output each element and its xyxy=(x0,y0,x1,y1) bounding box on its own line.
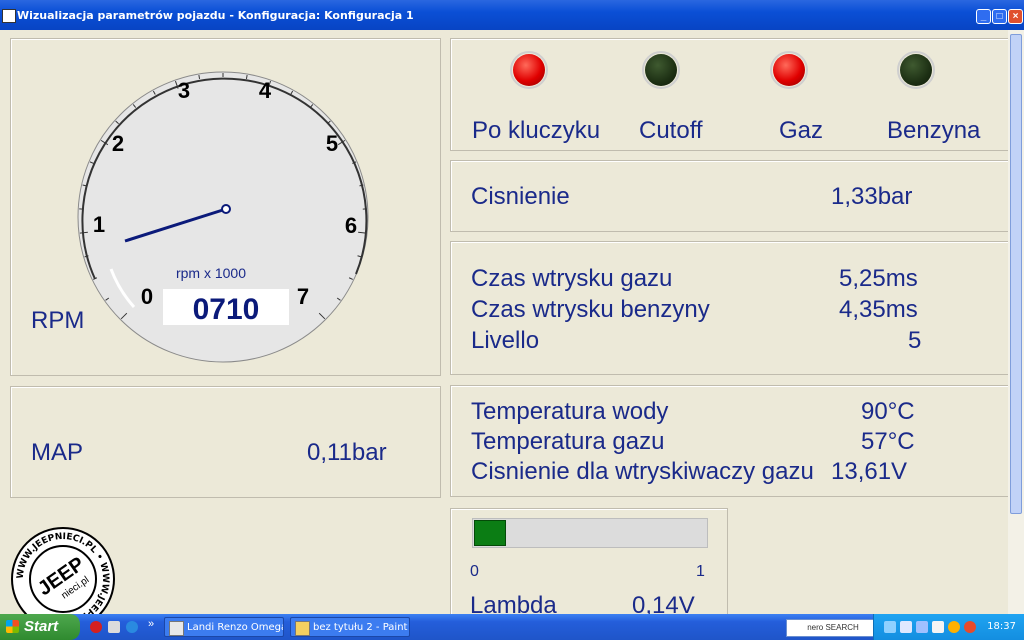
nero-search-box[interactable]: nero SEARCH xyxy=(786,619,880,637)
led-cutoff-icon xyxy=(642,51,680,89)
indicators-panel: Po kluczyku Cutoff Gaz Benzyna xyxy=(450,38,1012,151)
taskbar: Start » Landi Renzo Omegas bez tytułu 2 … xyxy=(0,614,1024,640)
dial-number-6: 6 xyxy=(345,213,357,238)
lambda-bar-track xyxy=(472,518,708,548)
pressure-panel: Cisnienie 1,33bar xyxy=(450,160,1012,232)
livello-label: Livello xyxy=(471,327,540,354)
dashboard-client-area: 0 1 2 3 4 5 6 7 rpm x 1000 0710 RPM MAP 0,11bar… xyxy=(0,30,1024,614)
injection-gas-value: 5,25ms xyxy=(839,265,918,292)
water-temp-value: 90°C xyxy=(861,398,915,425)
opera-icon[interactable] xyxy=(90,621,102,633)
system-tray: 18:37 xyxy=(873,614,1024,640)
vertical-scrollbar[interactable] xyxy=(1008,30,1024,614)
paint-icon xyxy=(295,621,310,636)
title-bar: Wizualizacja parametrów pojazdu - Konfig… xyxy=(0,0,1024,30)
lambda-label: Lambda xyxy=(470,592,557,614)
start-button[interactable]: Start xyxy=(0,614,80,640)
jeepnieci-logo: WWW.JEEPNIECI.PL • WWW.JEEPNIECI.PL JEEP… xyxy=(11,527,115,614)
close-button[interactable]: × xyxy=(1008,9,1023,24)
clock: 18:37 xyxy=(987,621,1016,632)
windows-logo-icon xyxy=(6,620,19,633)
dial-number-4: 4 xyxy=(259,78,272,103)
injector-pressure-value: 13,61V xyxy=(831,458,908,485)
dial-number-7: 7 xyxy=(297,284,309,309)
injection-gas-label: Czas wtrysku gazu xyxy=(471,265,673,292)
tray-shield-icon[interactable] xyxy=(964,621,976,633)
pressure-value: 1,33bar xyxy=(831,183,913,210)
temperatures-panel: Temperatura wody 90°C Temperatura gazu 5… xyxy=(450,385,1012,497)
dial-number-3: 3 xyxy=(178,78,190,103)
tray-volume-icon[interactable] xyxy=(932,621,944,633)
maximize-button[interactable]: □ xyxy=(992,9,1007,24)
tray-alert-icon[interactable] xyxy=(948,621,960,633)
task-label: Landi Renzo Omegas xyxy=(187,622,284,633)
task-landi-renzo[interactable]: Landi Renzo Omegas xyxy=(164,617,284,637)
injection-panel: Czas wtrysku gazu 5,25ms Czas wtrysku be… xyxy=(450,241,1012,375)
indicator-label-benzyna: Benzyna xyxy=(887,117,981,144)
start-label: Start xyxy=(24,618,59,635)
led-po-kluczyku-icon xyxy=(510,51,548,89)
dial-number-0: 0 xyxy=(141,284,153,309)
tray-app-icon[interactable] xyxy=(916,621,928,633)
lambda-value: 0,14V xyxy=(632,592,695,614)
rpm-label: RPM xyxy=(31,307,85,334)
map-panel: MAP 0,11bar xyxy=(10,386,441,498)
indicator-label-cutoff: Cutoff xyxy=(639,117,703,144)
needle-hub xyxy=(221,204,231,214)
window-title: Wizualizacja parametrów pojazdu - Konfig… xyxy=(17,9,414,22)
led-gaz-icon xyxy=(770,51,808,89)
task-label: bez tytułu 2 - Paint xyxy=(313,622,408,633)
lambda-min-label: 0 xyxy=(470,563,479,580)
gas-temp-value: 57°C xyxy=(861,428,915,455)
injection-petrol-label: Czas wtrysku benzyny xyxy=(471,296,710,323)
livello-value: 5 xyxy=(908,327,922,354)
task-paint[interactable]: bez tytułu 2 - Paint xyxy=(290,617,410,637)
gas-temp-label: Temperatura gazu xyxy=(471,428,665,455)
internet-explorer-icon[interactable] xyxy=(126,621,138,633)
led-benzyna-icon xyxy=(897,51,935,89)
app-icon xyxy=(2,9,16,23)
quicklaunch-chevron-icon[interactable]: » xyxy=(148,618,154,630)
gauge-tick xyxy=(245,74,248,80)
dial-number-2: 2 xyxy=(112,131,124,156)
indicator-label-po-kluczyku: Po kluczyku xyxy=(472,117,601,144)
scrollbar-thumb[interactable] xyxy=(1010,34,1022,514)
tray-network-icon[interactable] xyxy=(884,621,896,633)
desktop-icon[interactable] xyxy=(108,621,120,633)
lambda-max-label: 1 xyxy=(696,563,705,580)
indicator-label-gaz: Gaz xyxy=(779,117,824,144)
pressure-label: Cisnienie xyxy=(471,183,570,210)
lambda-bar-fill xyxy=(474,520,506,546)
tray-monitor-icon[interactable] xyxy=(900,621,912,633)
dial-number-1: 1 xyxy=(93,212,105,237)
dial-number-5: 5 xyxy=(326,131,338,156)
water-temp-label: Temperatura wody xyxy=(471,398,669,425)
map-label: MAP xyxy=(31,439,84,466)
injection-petrol-value: 4,35ms xyxy=(839,296,918,323)
minimize-button[interactable]: _ xyxy=(976,9,991,24)
map-value: 0,11bar xyxy=(307,439,387,466)
rpm-unit-caption: rpm x 1000 xyxy=(176,265,246,281)
rpm-panel: 0 1 2 3 4 5 6 7 rpm x 1000 0710 RPM xyxy=(10,38,441,376)
task-app-icon xyxy=(169,621,184,636)
injector-pressure-label: Cisnienie dla wtryskiwaczy gazu xyxy=(471,458,814,485)
gauge-tick xyxy=(198,74,201,80)
rpm-digital-value: 0710 xyxy=(193,293,260,326)
